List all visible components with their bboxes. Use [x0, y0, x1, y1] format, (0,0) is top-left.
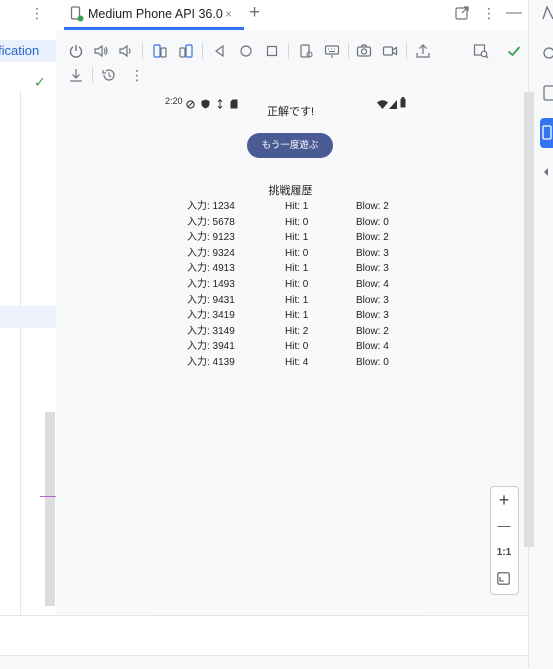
check-icon[interactable] — [506, 43, 522, 59]
emulator-scrollbar[interactable] — [524, 92, 534, 547]
volume-down-icon[interactable] — [118, 43, 134, 59]
fit-screen-icon[interactable] — [497, 572, 510, 590]
history-input: 入力: 4139 — [187, 356, 235, 368]
left-selected-row[interactable] — [0, 306, 56, 328]
overview-icon[interactable] — [264, 43, 280, 59]
toolbar-separator — [348, 43, 349, 59]
history-blow: Blow: 3 — [356, 294, 389, 306]
history-blow: Blow: 4 — [356, 278, 389, 290]
history-input: 入力: 3941 — [187, 341, 235, 353]
notifications-icon[interactable] — [541, 4, 553, 22]
history-hit: Hit: 0 — [285, 247, 309, 259]
tab-close-icon[interactable]: × — [225, 6, 232, 22]
left-more-menu-icon[interactable]: ⋮ — [30, 4, 44, 22]
record-video-icon[interactable] — [382, 43, 398, 59]
rotate-left-icon[interactable] — [152, 43, 168, 59]
device-manager-icon[interactable] — [541, 84, 553, 102]
list-item: 入力: 3941 Hit: 0 Blow: 4 — [187, 339, 417, 355]
keyboard-icon[interactable] — [324, 43, 340, 59]
history-blow: Blow: 0 — [356, 216, 389, 228]
list-item: 入力: 4913 Hit: 1 Blow: 3 — [187, 261, 417, 277]
history-hit: Hit: 1 — [285, 263, 309, 275]
history-blow: Blow: 3 — [356, 247, 389, 259]
toolbar-separator — [92, 67, 93, 83]
toolbar-separator — [288, 43, 289, 59]
history-input: 入力: 9431 — [187, 294, 235, 306]
history-hit: Hit: 0 — [285, 278, 309, 290]
toolbar-separator — [142, 43, 143, 59]
list-item: 入力: 1234 Hit: 1 Blow: 2 — [187, 199, 417, 215]
device-icon — [70, 6, 84, 22]
history-blow: Blow: 0 — [356, 356, 389, 368]
running-devices-icon[interactable] — [540, 118, 553, 148]
history-icon[interactable] — [101, 67, 117, 83]
history-title: 挑戦履歴 — [268, 185, 313, 197]
list-item: 入力: 9324 Hit: 0 Blow: 3 — [187, 246, 417, 262]
home-icon[interactable] — [238, 43, 254, 59]
history-blow: Blow: 2 — [356, 201, 389, 212]
upload-icon[interactable] — [415, 43, 431, 59]
left-divider — [20, 90, 21, 615]
list-item: 入力: 9123 Hit: 1 Blow: 2 — [187, 230, 417, 246]
history-hit: Hit: 2 — [285, 325, 309, 337]
history-blow: Blow: 4 — [356, 341, 389, 353]
history-hit: Hit: 4 — [285, 356, 309, 368]
assistant-icon[interactable] — [541, 44, 553, 62]
zoom-in-button[interactable]: + — [490, 489, 518, 511]
history-input: 入力: 1493 — [187, 278, 235, 290]
minimize-icon[interactable]: — — [506, 4, 522, 22]
history-hit: Hit: 0 — [285, 341, 309, 353]
power-icon[interactable] — [68, 43, 84, 59]
history-input: 入力: 4913 — [187, 263, 235, 275]
layout-inspector-icon[interactable] — [473, 43, 489, 59]
history-hit: Hit: 1 — [285, 310, 309, 322]
list-item: 入力: 4139 Hit: 4 Blow: 0 — [187, 355, 417, 371]
collapse-arrow-icon[interactable] — [541, 163, 553, 181]
check-icon: ✓ — [34, 74, 46, 90]
zoom-out-button[interactable]: — — [490, 515, 518, 537]
toolbar-separator — [406, 43, 407, 59]
camera-icon[interactable] — [356, 43, 372, 59]
bottom-panel — [0, 615, 528, 656]
history-hit: Hit: 1 — [285, 201, 309, 212]
left-scrollbar[interactable] — [45, 412, 55, 606]
window-more-icon[interactable]: ⋮ — [482, 4, 496, 22]
back-icon[interactable] — [212, 43, 228, 59]
history-blow: Blow: 2 — [356, 232, 389, 244]
history-blow: Blow: 2 — [356, 325, 389, 337]
list-item: 入力: 3149 Hit: 2 Blow: 2 — [187, 324, 417, 340]
history-input: 入力: 9123 — [187, 232, 235, 244]
list-item: 入力: 1493 Hit: 0 Blow: 4 — [187, 277, 417, 293]
history-input: 入力: 3419 — [187, 310, 235, 322]
history-hit: Hit: 0 — [285, 216, 309, 228]
download-icon[interactable] — [68, 67, 84, 83]
notification-label[interactable]: fication — [0, 40, 56, 62]
add-tab-icon[interactable]: + — [249, 2, 260, 24]
tab-label[interactable]: Medium Phone API 36.0 — [88, 6, 223, 22]
history-blow: Blow: 3 — [356, 263, 389, 275]
history-hit: Hit: 1 — [285, 294, 309, 306]
play-again-button[interactable]: もう一度遊ぶ — [247, 133, 333, 158]
history-hit: Hit: 1 — [285, 232, 309, 244]
toolbar-separator — [202, 43, 203, 59]
history-input: 入力: 3149 — [187, 325, 235, 337]
fold-icon[interactable] — [298, 43, 314, 59]
actual-size-button[interactable]: 1:1 — [490, 543, 518, 563]
volume-up-icon[interactable] — [93, 43, 109, 59]
rotate-right-icon[interactable] — [178, 43, 194, 59]
history-list: 入力: 1234 Hit: 1 Blow: 2 入力: 5678 Hit: 0 Blow… — [187, 199, 417, 371]
list-item: 入力: 5678 Hit: 0 Blow: 0 — [187, 215, 417, 231]
result-message: 正解です! — [266, 106, 315, 118]
status-bar — [0, 655, 528, 669]
list-item: 入力: 3419 Hit: 1 Blow: 3 — [187, 308, 417, 324]
left-marker-line — [40, 496, 56, 497]
history-blow: Blow: 3 — [356, 310, 389, 322]
history-input: 入力: 5678 — [187, 216, 235, 228]
open-external-icon[interactable] — [455, 6, 469, 20]
emulator-toolbar — [56, 30, 528, 93]
history-input: 入力: 9324 — [187, 247, 235, 259]
history-input: 入力: 1234 — [187, 201, 235, 212]
list-item: 入力: 9431 Hit: 1 Blow: 3 — [187, 293, 417, 309]
toolbar-more-icon[interactable]: ⋮ — [130, 66, 144, 84]
